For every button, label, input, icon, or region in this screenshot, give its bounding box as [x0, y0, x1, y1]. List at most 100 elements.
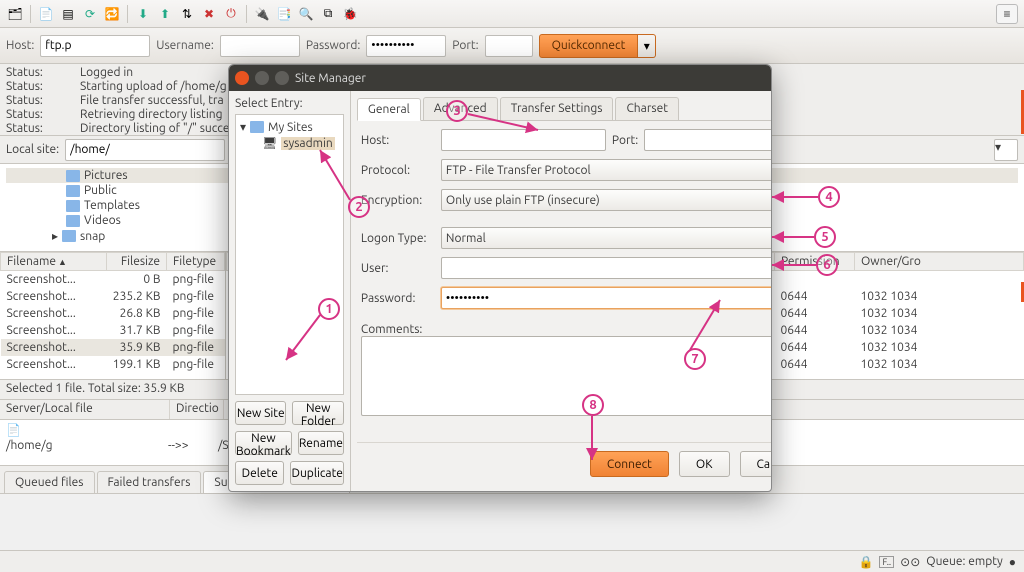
table-row[interactable]: Screenshot...26.8 KBpng-file: [1, 305, 225, 322]
tab-transfer-settings[interactable]: Transfer Settings: [500, 97, 614, 120]
col-filetype[interactable]: Filetype: [167, 253, 225, 271]
logon-type-select[interactable]: Normal⇳: [441, 227, 772, 249]
user-input[interactable]: [441, 257, 772, 279]
main-toolbar: 🗂 📄 ▤ ⟳ 🔁 ⬇ ⬆ ⇅ ✖ ⏻ 🔌 📑 🔍 ⧉ 🐞: [0, 0, 1024, 28]
tab-advanced[interactable]: Advanced: [423, 97, 498, 120]
tb-filter-icon[interactable]: 🔍: [297, 5, 315, 23]
col-filesize[interactable]: Filesize: [107, 253, 167, 271]
table-row[interactable]: Screenshot...31.7 KBpng-file: [1, 322, 225, 339]
encryption-select[interactable]: Only use plain FTP (insecure)⇳: [441, 189, 772, 211]
tb-refresh-icon[interactable]: ⟳: [81, 5, 99, 23]
quickconnect-history-dropdown[interactable]: ▾: [638, 34, 656, 58]
queue-text: Queue: empty: [926, 555, 1002, 568]
close-icon[interactable]: [235, 71, 249, 85]
folder-icon: [66, 185, 80, 197]
new-bookmark-button[interactable]: New Bookmark: [235, 431, 292, 455]
status-message: Retrieving directory listing: [80, 108, 223, 122]
tree-root[interactable]: ▾ My Sites: [240, 119, 339, 135]
tb-reconnect-icon[interactable]: 🔌: [253, 5, 271, 23]
quickconnect-button[interactable]: Quickconnect: [539, 34, 639, 58]
tab-failed[interactable]: Failed transfers: [97, 471, 202, 493]
ftp-mode-icon: F..: [879, 556, 894, 568]
qc-user-label: Username:: [156, 39, 214, 52]
hamburger-menu-icon[interactable]: ≡: [996, 4, 1018, 24]
connect-button[interactable]: Connect: [590, 451, 669, 477]
remote-site-dropdown[interactable]: ▾: [994, 139, 1018, 161]
quickconnect-bar: Host: Username: Password: Port: Quickcon…: [0, 28, 1024, 64]
folder-icon: [66, 200, 80, 212]
status-label: Status:: [6, 94, 62, 108]
tab-charset[interactable]: Charset: [615, 97, 678, 120]
bullet-icon: ●: [1009, 555, 1016, 569]
list-item: 📄: [6, 423, 21, 437]
qc-pass-label: Password:: [306, 39, 360, 52]
tab-general[interactable]: General: [357, 98, 421, 121]
password-input[interactable]: [441, 287, 772, 309]
status-label: Status:: [6, 108, 62, 122]
comments-textarea[interactable]: [361, 336, 772, 416]
table-row[interactable]: Screenshot...235.2 KBpng-file: [1, 288, 225, 305]
new-site-button[interactable]: New Site: [235, 401, 286, 425]
minimize-icon[interactable]: [255, 71, 269, 85]
status-message: Logged in: [80, 66, 133, 80]
tb-bugs-icon[interactable]: 🐞: [341, 5, 359, 23]
tb-sync-icon[interactable]: 🔁: [103, 5, 121, 23]
delete-button[interactable]: Delete: [235, 461, 284, 485]
local-site-path-input[interactable]: [65, 139, 225, 161]
duplicate-button[interactable]: Duplicate: [290, 461, 343, 485]
port-input[interactable]: [644, 129, 772, 151]
rename-button[interactable]: Rename: [298, 431, 344, 455]
select-entry-label: Select Entry:: [235, 97, 344, 110]
xfer-dir: -->>: [168, 439, 206, 452]
table-row[interactable]: Screenshot...0 Bpng-file: [1, 271, 225, 289]
local-file-table[interactable]: Filename▲ Filesize Filetype Screenshot..…: [0, 252, 225, 373]
qc-user-input[interactable]: [220, 35, 300, 57]
col-filename[interactable]: Filename▲: [1, 253, 107, 271]
qc-port-label: Port:: [452, 39, 478, 52]
tb-open-icon[interactable]: 📄: [37, 5, 55, 23]
new-folder-button[interactable]: New Folder: [292, 401, 343, 425]
status-message: File transfer successful, tra: [80, 94, 224, 108]
table-row[interactable]: Screenshot...35.9 KBpng-file: [1, 339, 225, 356]
dialog-title: Site Manager: [295, 72, 366, 85]
tb-up-icon[interactable]: ⬆: [156, 5, 174, 23]
protocol-select[interactable]: FTP - File Transfer Protocol⇳: [441, 159, 772, 181]
xh-file[interactable]: Server/Local file: [0, 400, 170, 419]
maximize-icon[interactable]: [275, 71, 289, 85]
port-label: Port:: [612, 134, 638, 147]
tree-item-sysadmin[interactable]: 🖥 sysadmin: [240, 135, 339, 151]
encryption-label: Encryption:: [361, 194, 435, 207]
tb-sort-icon[interactable]: ⇅: [178, 5, 196, 23]
tb-sitemgr-icon[interactable]: 🗂: [6, 5, 24, 23]
qc-port-input[interactable]: [485, 35, 533, 57]
site-tree[interactable]: ▾ My Sites 🖥 sysadmin: [235, 114, 344, 395]
qc-pass-input[interactable]: [366, 35, 446, 57]
table-row[interactable]: Screenshot...199.1 KBpng-file: [1, 356, 225, 373]
host-input[interactable]: [441, 129, 606, 151]
folder-icon: [62, 230, 76, 242]
folder-icon: [66, 215, 80, 227]
tb-disconnect-icon[interactable]: ⏻: [222, 5, 240, 23]
ok-button[interactable]: OK: [679, 451, 730, 477]
host-label: Host:: [361, 134, 435, 147]
col-owner[interactable]: Owner/Gro: [855, 253, 1024, 271]
status-message: Starting upload of /home/g: [80, 80, 227, 94]
xh-dir[interactable]: Directio: [170, 400, 224, 419]
tb-list-icon[interactable]: ▤: [59, 5, 77, 23]
qc-host-input[interactable]: [40, 35, 150, 57]
user-label: User:: [361, 262, 435, 275]
dialog-titlebar[interactable]: Site Manager: [229, 65, 771, 91]
password-label: Password:: [361, 292, 435, 305]
tb-bookmark-icon[interactable]: 📑: [275, 5, 293, 23]
col-permission[interactable]: Permission: [775, 253, 855, 271]
tb-compare-icon[interactable]: ⧉: [319, 5, 337, 23]
tab-queued[interactable]: Queued files: [4, 471, 95, 493]
cancel-button[interactable]: Cancel: [740, 451, 772, 477]
tb-cancel-icon[interactable]: ✖: [200, 5, 218, 23]
lock-icon: 🔒: [859, 555, 874, 569]
tb-down-icon[interactable]: ⬇: [134, 5, 152, 23]
local-site-label: Local site:: [6, 143, 59, 156]
status-label: Status:: [6, 122, 62, 136]
status-bar: 🔒 F.. ⊙⊙ Queue: empty ●: [0, 550, 1024, 572]
status-label: Status:: [6, 66, 62, 80]
